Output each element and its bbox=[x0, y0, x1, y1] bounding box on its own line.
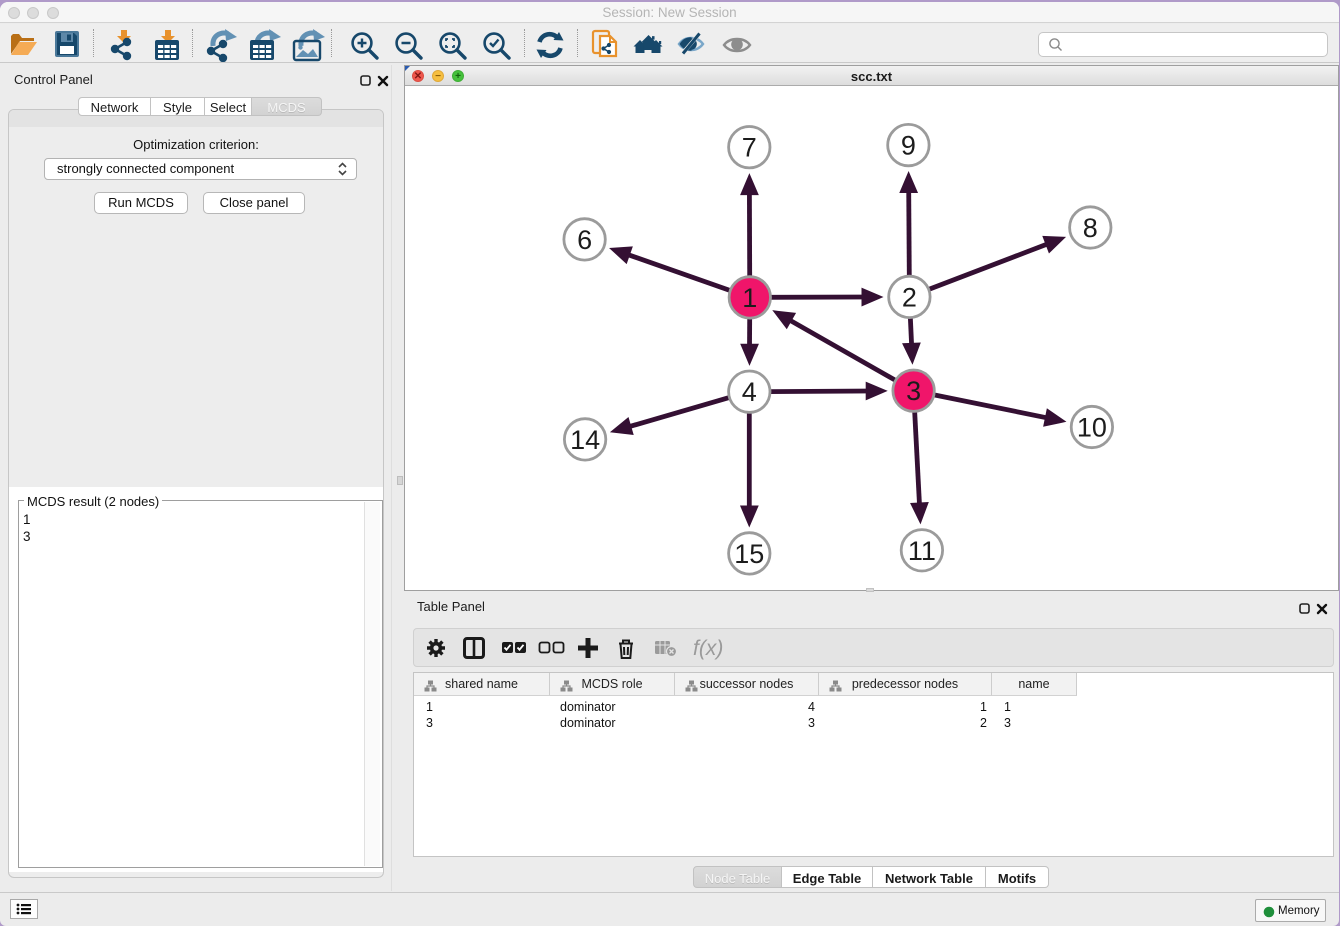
svg-text:10: 10 bbox=[1077, 413, 1107, 443]
svg-text:1: 1 bbox=[742, 283, 757, 313]
svg-text:7: 7 bbox=[742, 133, 757, 163]
svg-text:f(x): f(x) bbox=[693, 637, 723, 660]
svg-text:9: 9 bbox=[901, 131, 916, 161]
svg-text:15: 15 bbox=[734, 539, 764, 569]
svg-text:6: 6 bbox=[577, 225, 592, 255]
svg-text:8: 8 bbox=[1083, 213, 1098, 243]
svg-text:2: 2 bbox=[902, 282, 917, 312]
svg-text:3: 3 bbox=[906, 376, 921, 406]
svg-text:11: 11 bbox=[908, 536, 936, 566]
svg-text:14: 14 bbox=[570, 425, 600, 455]
svg-text:4: 4 bbox=[742, 377, 757, 407]
